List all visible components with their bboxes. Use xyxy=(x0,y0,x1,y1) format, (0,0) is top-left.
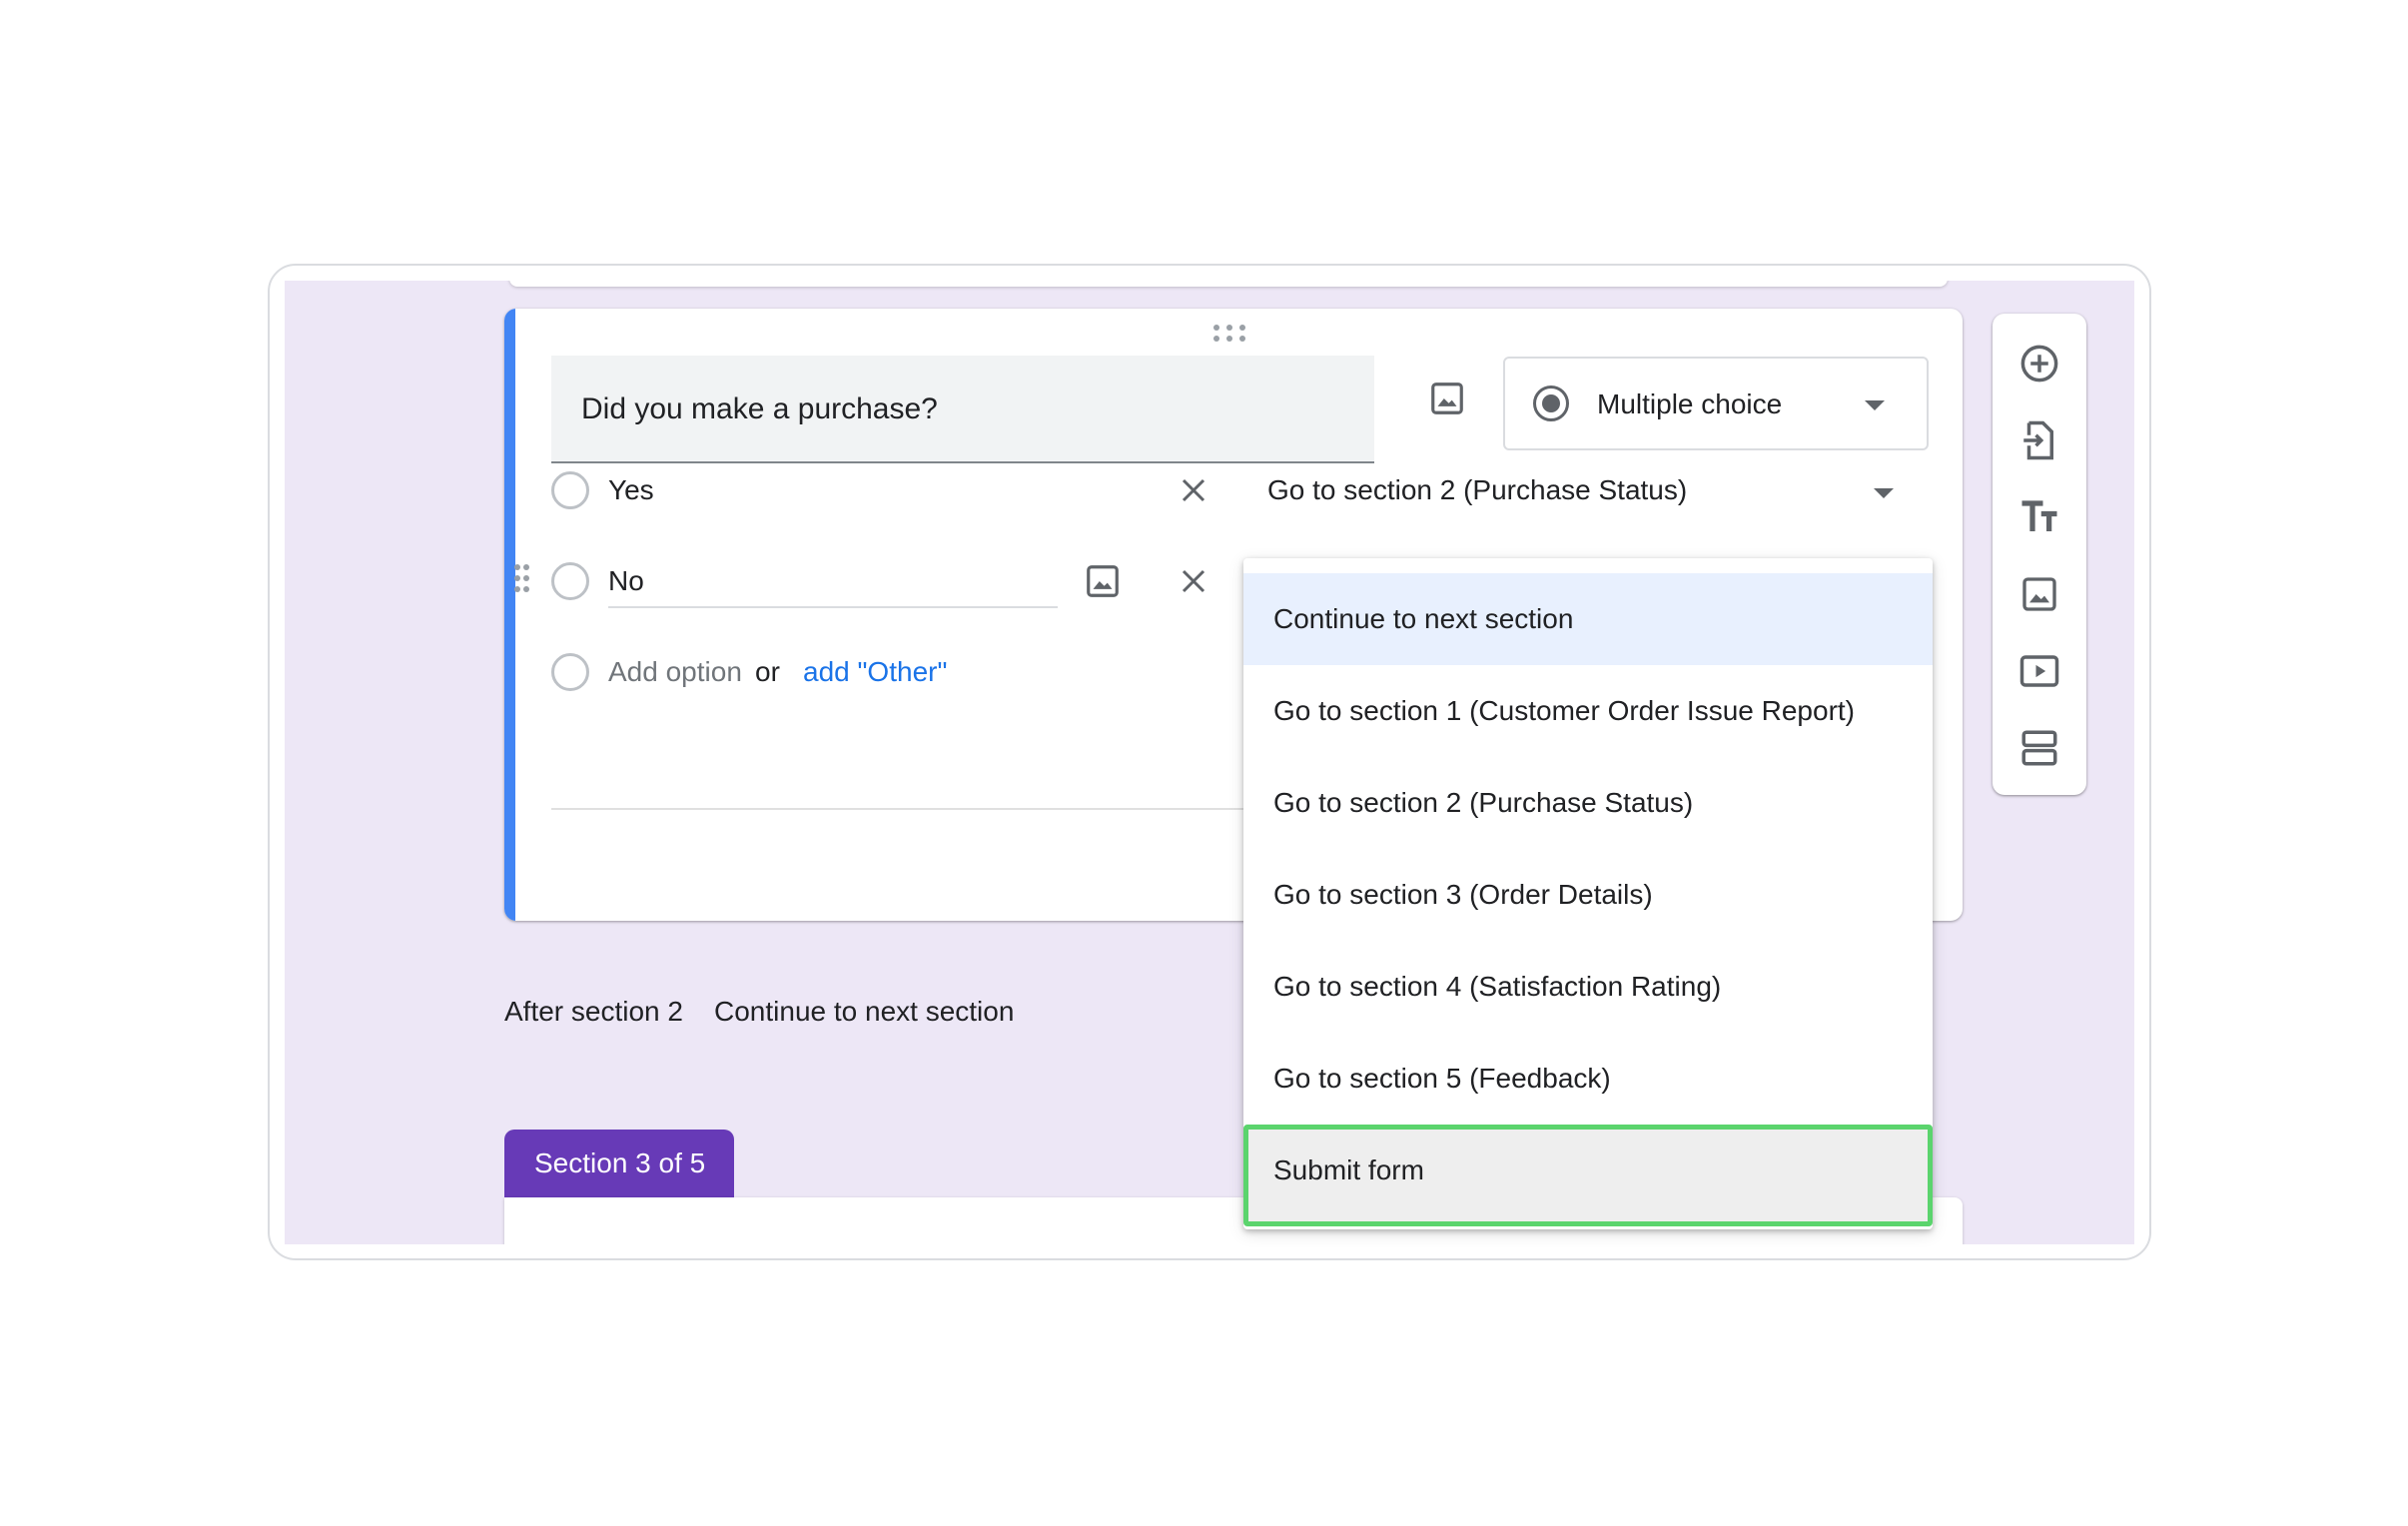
section-counter: Section 3 of 5 xyxy=(534,1147,706,1178)
radio-selected-icon xyxy=(1533,385,1569,421)
chevron-down-icon[interactable] xyxy=(1874,488,1894,498)
option-label[interactable]: Yes xyxy=(608,474,654,506)
add-other-link[interactable]: add "Other" xyxy=(803,656,947,688)
add-option-button[interactable]: Add option xyxy=(608,656,742,688)
menu-item-label: Go to section 3 (Order Details) xyxy=(1273,879,1653,910)
add-question-icon[interactable] xyxy=(2015,340,2063,387)
after-section-select[interactable]: Continue to next section xyxy=(714,996,1014,1028)
goto-section-menu: Continue to next section Go to section 1… xyxy=(1243,558,1933,1229)
question-type-dropdown[interactable]: Multiple choice xyxy=(1503,357,1929,450)
active-card-indicator xyxy=(504,309,515,921)
menu-item-section-1[interactable]: Go to section 1 (Customer Order Issue Re… xyxy=(1243,665,1933,757)
option-radio xyxy=(551,653,589,691)
add-title-icon[interactable] xyxy=(2015,493,2063,541)
menu-item-continue[interactable]: Continue to next section xyxy=(1243,573,1933,665)
menu-item-submit-form[interactable]: Submit form xyxy=(1243,1125,1933,1226)
add-image-icon[interactable] xyxy=(2015,570,2063,618)
option-row: Yes Go to section 2 (Purchase Status) xyxy=(504,460,1963,520)
remove-option-icon[interactable] xyxy=(1170,466,1217,514)
option-radio xyxy=(551,562,589,600)
or-text: or xyxy=(755,656,780,687)
menu-item-label: Submit form xyxy=(1273,1154,1424,1185)
menu-item-label: Continue to next section xyxy=(1273,603,1574,634)
add-section-icon[interactable] xyxy=(2015,724,2063,772)
add-video-icon[interactable] xyxy=(2015,647,2063,695)
menu-item-section-5[interactable]: Go to section 5 (Feedback) xyxy=(1243,1033,1933,1125)
chevron-down-icon xyxy=(1865,400,1885,410)
menu-item-label: Go to section 4 (Satisfaction Rating) xyxy=(1273,971,1722,1002)
menu-item-section-3[interactable]: Go to section 3 (Order Details) xyxy=(1243,849,1933,941)
question-title-field[interactable]: Did you make a purchase? xyxy=(551,356,1374,463)
option-label-input[interactable]: No xyxy=(608,565,644,597)
menu-item-label: Go to section 2 (Purchase Status) xyxy=(1273,787,1694,818)
menu-item-label: Go to section 5 (Feedback) xyxy=(1273,1063,1611,1094)
after-section-label: After section 2 xyxy=(504,996,683,1027)
option-goto-select[interactable]: Go to section 2 (Purchase Status) xyxy=(1267,474,1687,506)
previous-card-edge xyxy=(509,281,1948,287)
add-image-question-icon[interactable] xyxy=(1423,375,1471,422)
drag-handle-icon[interactable] xyxy=(1213,325,1247,345)
import-questions-icon[interactable] xyxy=(2015,416,2063,464)
menu-item-label: Go to section 1 (Customer Order Issue Re… xyxy=(1273,695,1855,726)
drag-handle-icon[interactable] xyxy=(514,564,530,598)
menu-item-section-2[interactable]: Go to section 2 (Purchase Status) xyxy=(1243,757,1933,849)
question-type-label: Multiple choice xyxy=(1597,388,1783,419)
section-header-tab: Section 3 of 5 xyxy=(504,1130,734,1199)
remove-option-icon[interactable] xyxy=(1170,557,1217,605)
add-image-option-icon[interactable] xyxy=(1079,557,1127,605)
menu-item-section-4[interactable]: Go to section 4 (Satisfaction Rating) xyxy=(1243,941,1933,1033)
option-input-underline xyxy=(608,606,1058,608)
floating-toolbar xyxy=(1993,314,2086,795)
question-title[interactable]: Did you make a purchase? xyxy=(581,392,938,426)
option-radio xyxy=(551,471,589,509)
